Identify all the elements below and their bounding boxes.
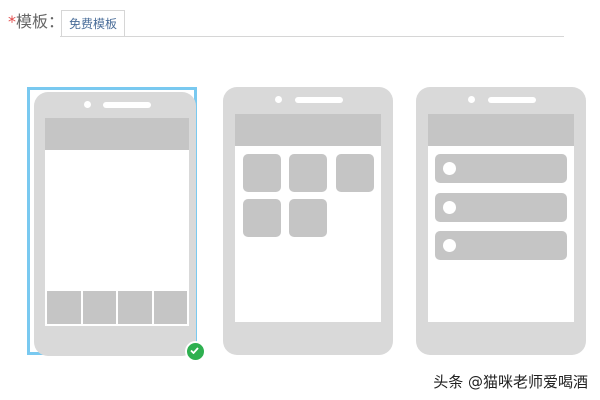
phone-frame: [34, 92, 196, 356]
bottom-tab-block: [153, 291, 187, 324]
speaker-bar: [103, 102, 151, 108]
list-item: [435, 154, 567, 183]
list-item: [435, 231, 567, 260]
speaker-bar: [295, 97, 343, 103]
phone-screen: [428, 114, 574, 322]
bottom-tab-block: [47, 291, 81, 324]
bottom-tab-bar: [47, 291, 187, 324]
phone-frame: [416, 87, 586, 355]
grid-tile: [336, 154, 374, 192]
list-item: [435, 193, 567, 222]
template-field-label: *模板：: [8, 10, 64, 34]
template-option-grid[interactable]: [223, 87, 393, 355]
grid-tile: [243, 199, 281, 237]
grid-tile: [289, 154, 327, 192]
selected-check-icon: [185, 341, 206, 362]
template-option-list[interactable]: [416, 87, 586, 355]
template-label-text: 模板：: [16, 12, 65, 31]
required-mark: *: [8, 12, 16, 31]
camera-dot: [468, 96, 475, 103]
template-option-tabbar[interactable]: [27, 87, 206, 362]
list-bullet-icon: [443, 201, 456, 214]
grid-tile: [243, 154, 281, 192]
camera-dot: [275, 96, 282, 103]
watermark: 头条 @猫咪老师爱喝酒: [433, 373, 588, 391]
screen-header: [45, 118, 189, 150]
grid-tile: [289, 199, 327, 237]
phone-screen: [235, 114, 381, 322]
screen-header: [235, 114, 381, 146]
speaker-bar: [488, 97, 536, 103]
camera-dot: [84, 101, 91, 108]
screen-header: [428, 114, 574, 146]
tab-free-templates[interactable]: 免费模板: [61, 10, 125, 36]
list-bullet-icon: [443, 162, 456, 175]
phone-screen: [45, 118, 189, 326]
bottom-tab-block: [118, 291, 152, 324]
list-bullet-icon: [443, 239, 456, 252]
bottom-tab-block: [82, 291, 116, 324]
phone-frame: [223, 87, 393, 355]
tab-bar-divider: [60, 36, 564, 37]
